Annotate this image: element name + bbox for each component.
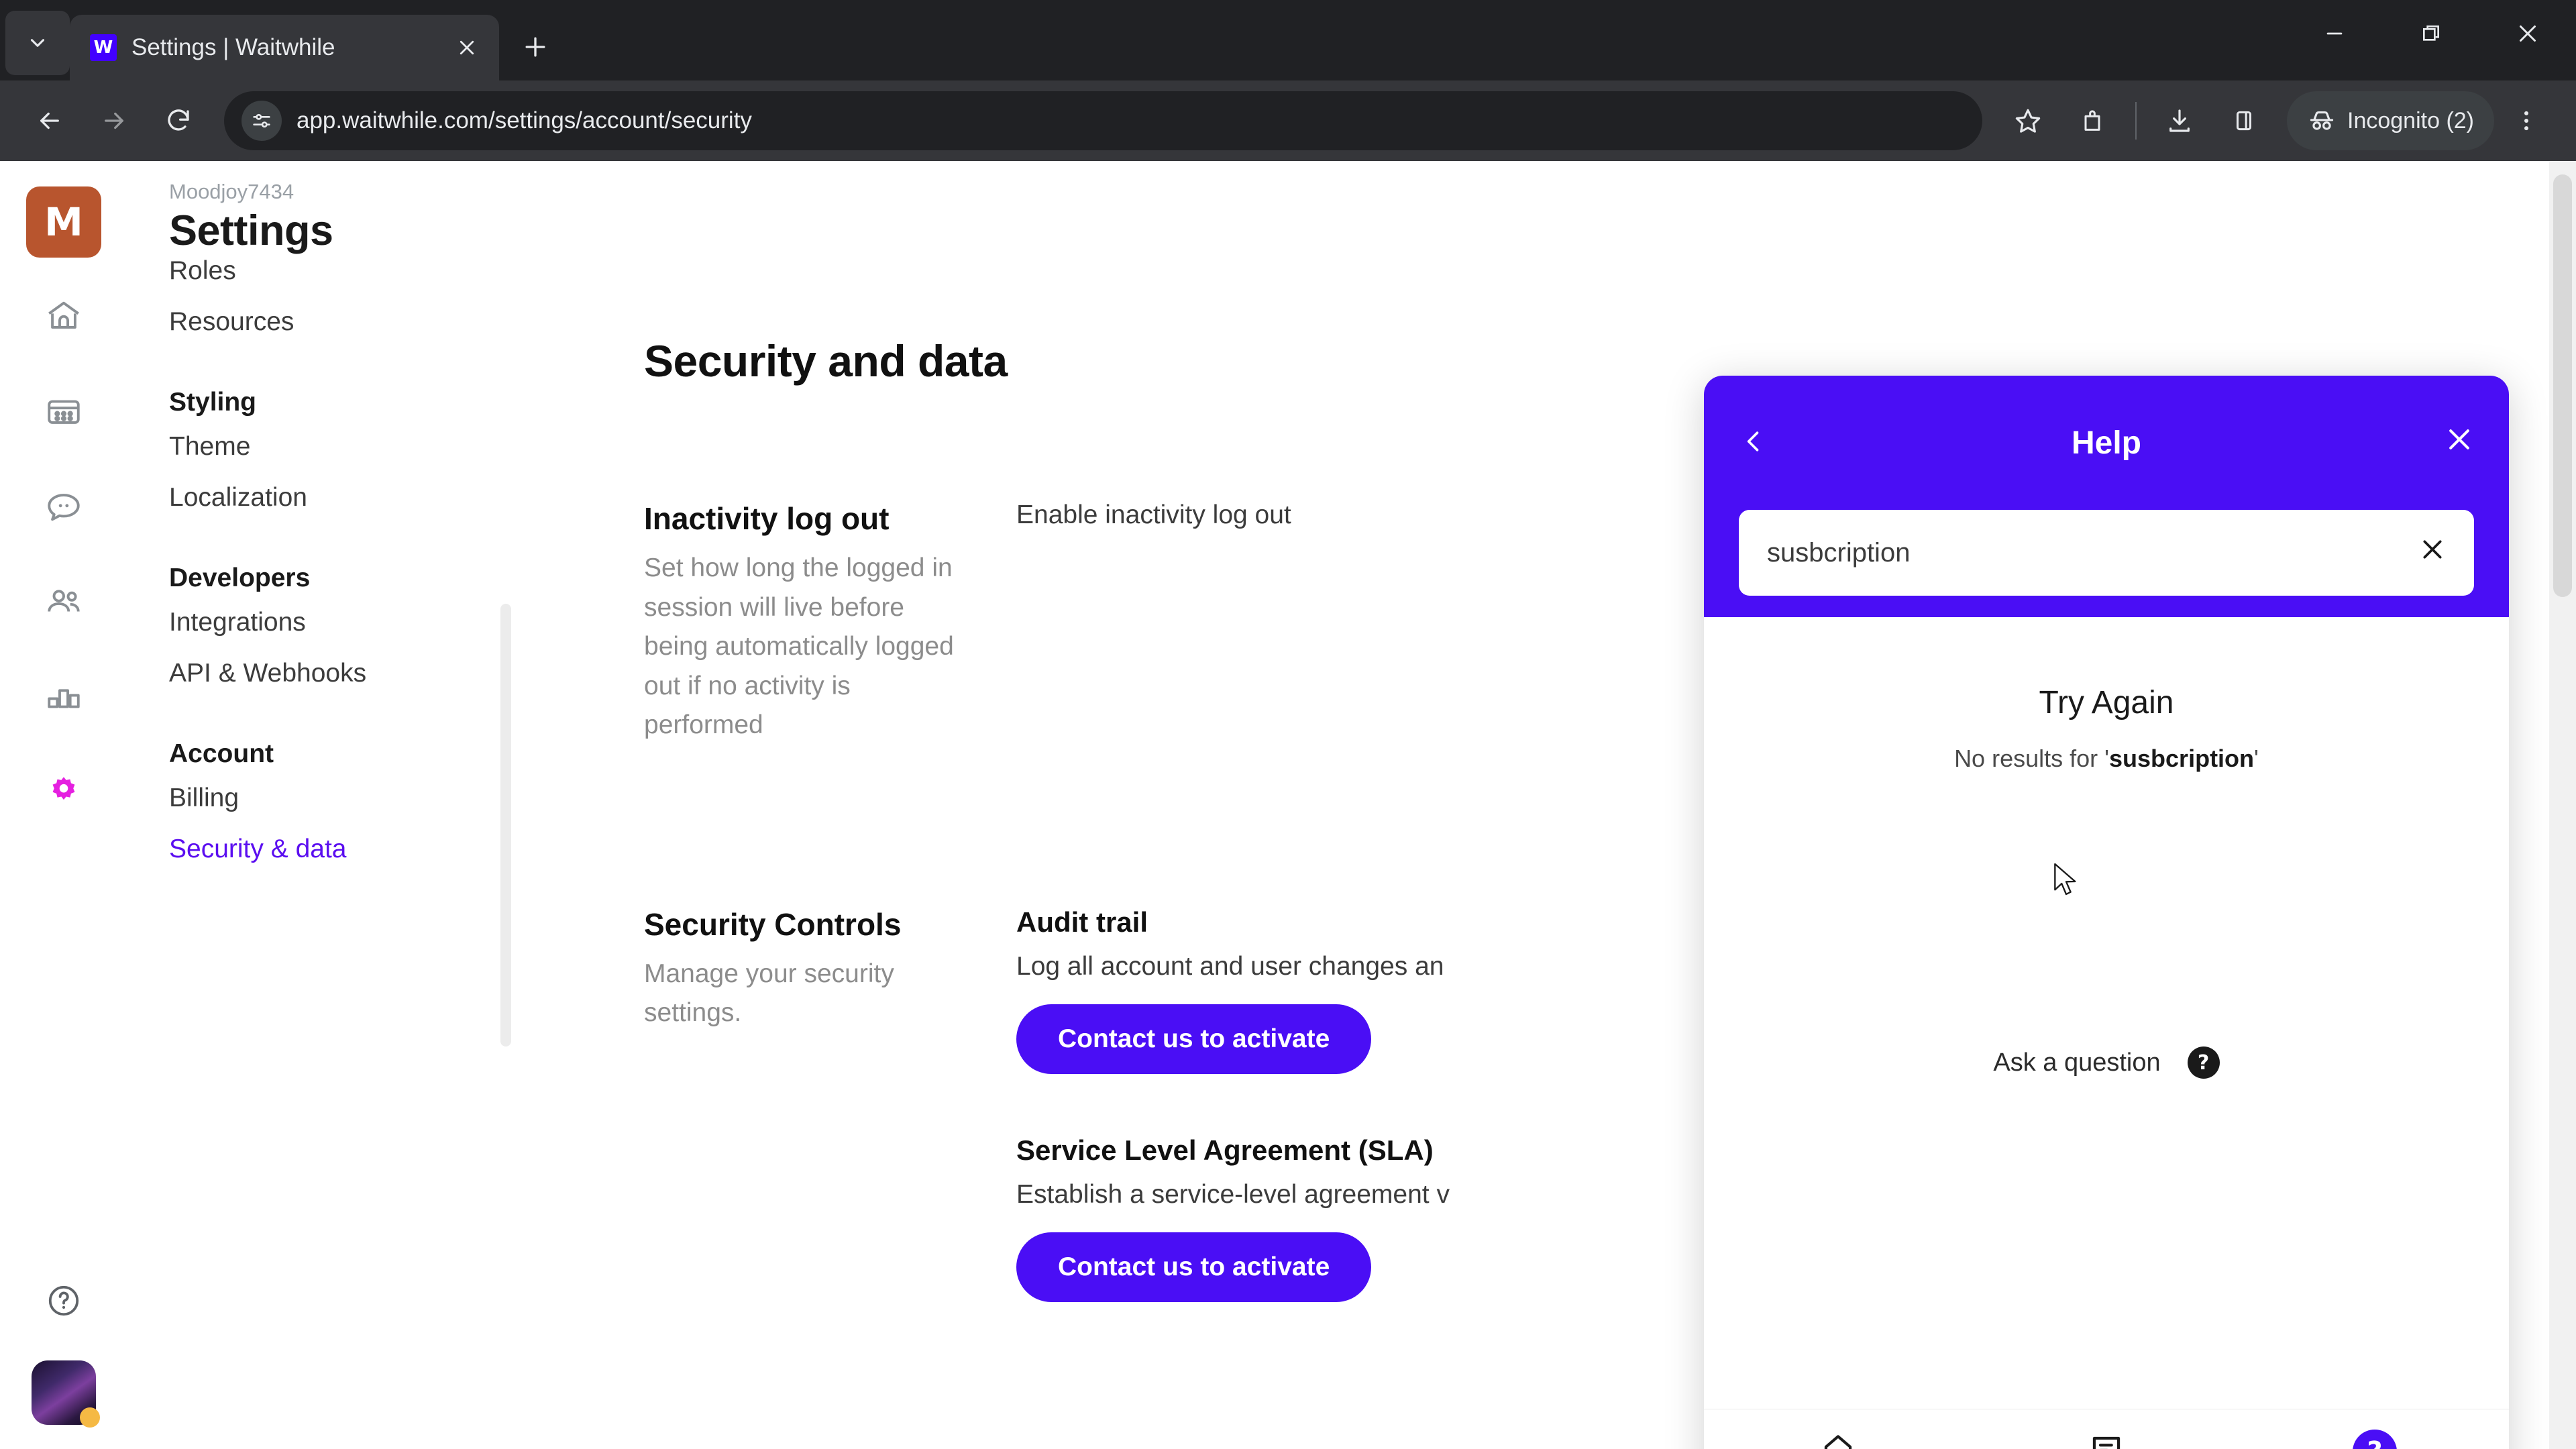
sidebar-item-theme[interactable]: Theme (169, 421, 537, 472)
rail-item-calendar[interactable] (27, 374, 101, 448)
extensions-icon[interactable] (2060, 89, 2125, 153)
page-heading: Settings (169, 207, 333, 254)
calendar-icon (48, 400, 80, 424)
settings-nav: Moodjoy7434 Settings Roles Resources Sty… (127, 161, 537, 1449)
close-icon[interactable] (2427, 423, 2474, 463)
reload-icon[interactable] (146, 89, 211, 153)
no-results-suffix: ' (2254, 745, 2259, 772)
analytics-icon (48, 689, 80, 708)
tab-title: Settings | Waitwhile (131, 34, 335, 60)
app-rail: M (0, 161, 127, 1449)
help-widget-header: Help susbcription (1704, 376, 2509, 617)
question-mark-icon: ? (2187, 1046, 2220, 1079)
sidebar-item-security-and-data[interactable]: Security & data (169, 824, 537, 875)
close-icon[interactable] (449, 30, 484, 65)
no-results-query: susbcription (2109, 745, 2255, 772)
address-bar[interactable]: app.waitwhile.com/settings/account/secur… (224, 91, 1982, 150)
incognito-icon (2310, 111, 2334, 130)
close-window-icon[interactable] (2479, 0, 2576, 67)
download-icon[interactable] (2147, 89, 2212, 153)
rail-item-messages[interactable] (27, 470, 101, 543)
sidebar-group-developers: Developers (169, 564, 311, 592)
toolbar-divider (2135, 102, 2137, 140)
section-heading: Inactivity log out (644, 501, 890, 536)
section-left-column: Security Controls Manage your security s… (644, 906, 1016, 1362)
help-badge-icon: ? (2353, 1430, 2397, 1449)
browser-toolbar: app.waitwhile.com/settings/account/secur… (0, 80, 2576, 161)
page-scrollbar-thumb[interactable] (2553, 174, 2572, 597)
three-dot-menu-icon[interactable] (2494, 89, 2559, 153)
tab-search-button[interactable] (5, 11, 70, 75)
help-bottom-nav: Home Messages ? Help (1704, 1409, 2509, 1449)
chevron-left-icon[interactable] (1739, 421, 1786, 465)
section-description: Set how long the logged in session will … (644, 553, 954, 739)
avatar[interactable] (32, 1360, 100, 1428)
no-results-prefix: No results for ' (1954, 745, 2110, 772)
back-arrow-icon[interactable] (17, 89, 82, 153)
customers-icon (48, 590, 80, 612)
sidebar-item-billing[interactable]: Billing (169, 773, 537, 824)
incognito-indicator[interactable]: Incognito (2) (2287, 91, 2494, 150)
sla-contact-button[interactable]: Contact us to activate (1016, 1232, 1372, 1302)
help-search-value: susbcription (1767, 537, 1911, 568)
help-panel-title: Help (2071, 425, 2141, 461)
maximize-icon[interactable] (2383, 0, 2479, 67)
audit-trail-contact-button[interactable]: Contact us to activate (1016, 1004, 1372, 1074)
rail-item-analytics[interactable] (27, 660, 101, 734)
settings-gear-icon (52, 777, 75, 800)
side-panel-icon[interactable] (2212, 89, 2276, 153)
site-settings-icon[interactable] (241, 101, 282, 141)
tab-strip: W Settings | Waitwhile (0, 0, 2576, 80)
rail-item-customers[interactable] (27, 565, 101, 639)
window-controls (2286, 0, 2576, 80)
account-name: Moodjoy7434 (169, 180, 294, 203)
help-widget-body: Try Again No results for 'susbcription' … (1704, 617, 2509, 1449)
url-text: app.waitwhile.com/settings/account/secur… (297, 107, 752, 133)
sidebar-item-roles[interactable]: Roles (169, 256, 537, 297)
section-description: Manage your security settings. (644, 959, 894, 1028)
no-results-message: No results for 'susbcription' (1704, 745, 2509, 773)
chat-bubble-icon (2092, 1436, 2121, 1449)
settings-nav-list: Roles Resources Styling Theme Localizati… (169, 256, 537, 875)
sidebar-item-localization[interactable]: Localization (169, 472, 537, 523)
try-again-heading: Try Again (2039, 685, 2174, 720)
rail-item-settings[interactable] (27, 755, 101, 829)
browser-tab[interactable]: W Settings | Waitwhile (70, 15, 499, 80)
sidebar-item-resources[interactable]: Resources (169, 297, 537, 347)
help-widget: Help susbcription Try Again No results f… (1704, 376, 2509, 1449)
ask-a-question-row[interactable]: Ask a question ? (1704, 1046, 2509, 1079)
home-icon (48, 301, 79, 329)
settings-nav-scrollbar[interactable] (500, 604, 511, 1046)
rail-item-home[interactable] (27, 279, 101, 353)
browser-window: W Settings | Waitwhile app.waitwhile.com… (0, 0, 2576, 1449)
sidebar-item-api-webhooks[interactable]: API & Webhooks (169, 648, 537, 699)
sidebar-group-account: Account (169, 739, 274, 768)
help-nav-messages[interactable]: Messages (1972, 1430, 2241, 1449)
page-viewport: M Moodjoy7434 Settings Roles Resources S… (0, 161, 2576, 1449)
home-outline-icon (1824, 1435, 1852, 1449)
forward-arrow-icon[interactable] (82, 89, 146, 153)
rail-item-help[interactable] (27, 1264, 101, 1338)
sidebar-group-styling: Styling (169, 388, 257, 417)
help-nav-home[interactable]: Home (1704, 1430, 1972, 1449)
section-left-column: Inactivity log out Set how long the logg… (644, 500, 1016, 745)
question-circle-icon (48, 1285, 79, 1316)
new-tab-button[interactable] (508, 20, 562, 74)
ask-a-question-label: Ask a question (1993, 1048, 2161, 1077)
workspace-logo[interactable]: M (26, 186, 101, 258)
help-search-input[interactable]: susbcription (1739, 510, 2474, 596)
help-header-row: Help (1739, 376, 2474, 510)
section-heading: Security Controls (644, 906, 902, 942)
messages-icon (48, 494, 80, 521)
minimize-icon[interactable] (2286, 0, 2383, 67)
waitwhile-favicon: W (90, 34, 117, 61)
sidebar-item-integrations[interactable]: Integrations (169, 597, 537, 648)
help-nav-help[interactable]: ? Help (2241, 1430, 2509, 1449)
star-icon[interactable] (1996, 89, 2060, 153)
incognito-label: Incognito (2) (2347, 107, 2474, 133)
clear-icon[interactable] (2419, 536, 2446, 570)
